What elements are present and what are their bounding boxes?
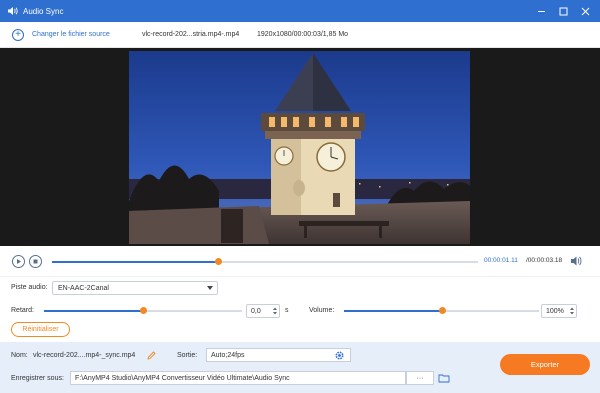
window-title: Audio Sync	[23, 6, 64, 16]
change-source-link[interactable]: Changer le fichier source	[32, 31, 110, 38]
speaker-icon	[6, 5, 18, 17]
file-name: vlc-record-202...stria.mp4-.mp4	[142, 31, 240, 38]
timeline-handle[interactable]	[215, 258, 223, 265]
volume-slider-fill	[344, 310, 442, 312]
video-frame	[129, 51, 470, 244]
folder-icon[interactable]	[437, 372, 451, 384]
save-path-value: F:\AnyMP4 Studio\AnyMP4 Convertisseur Vi…	[75, 374, 290, 382]
delay-stepper-icon[interactable]	[272, 306, 278, 316]
delay-slider-fill	[44, 310, 143, 312]
title-bar: Audio Sync	[0, 0, 600, 22]
volume-slider[interactable]	[344, 307, 539, 314]
sync-settings: Piste audio: EN-AAC-2Canal Retard: 0,0 s…	[0, 276, 600, 342]
audio-track-value: EN-AAC-2Canal	[58, 284, 109, 292]
reset-button[interactable]: Réinitialiser	[11, 322, 70, 337]
output-label: Sortie:	[177, 352, 198, 359]
playback-controls: 00:00:01.11 /00:00:03.18	[0, 248, 600, 276]
output-format-field[interactable]: Auto;24fps	[206, 348, 351, 362]
file-info: 1920x1080/00:00:03/1,85 Mo	[257, 31, 349, 38]
gear-icon[interactable]	[333, 349, 345, 361]
timeline-progress	[52, 261, 219, 263]
name-label: Nom:	[11, 352, 28, 359]
volume-icon[interactable]	[570, 255, 582, 267]
delay-unit: s	[285, 307, 289, 314]
volume-input[interactable]: 100%	[541, 304, 577, 318]
delay-slider[interactable]	[44, 307, 242, 314]
volume-slider-handle[interactable]	[438, 307, 446, 314]
total-time: /00:00:03.18	[526, 257, 563, 264]
delay-input[interactable]: 0,0	[246, 304, 280, 318]
close-button[interactable]	[574, 0, 596, 22]
volume-value: 100%	[546, 307, 564, 315]
export-button[interactable]: Exporter	[500, 354, 590, 375]
browse-button[interactable]: ···	[406, 371, 434, 385]
file-bar: + Changer le fichier source vlc-record-2…	[0, 22, 600, 48]
delay-label: Retard:	[11, 307, 34, 314]
chevron-down-icon	[207, 286, 213, 290]
output-bar: Nom: vlc-record-202....mp4-_sync.mp4 Sor…	[0, 342, 600, 393]
audio-track-select[interactable]: EN-AAC-2Canal	[52, 281, 218, 295]
stop-button[interactable]	[29, 255, 42, 268]
maximize-button[interactable]	[552, 0, 574, 22]
pencil-icon[interactable]	[146, 350, 156, 360]
plus-circle-icon[interactable]: +	[12, 28, 24, 41]
volume-stepper-icon[interactable]	[569, 306, 575, 316]
delay-value: 0,0	[251, 307, 261, 315]
delay-slider-handle[interactable]	[140, 307, 147, 314]
current-time: 00:00:01.11	[484, 257, 518, 264]
play-button[interactable]	[12, 255, 25, 268]
audio-track-label: Piste audio:	[11, 284, 48, 291]
minimize-button[interactable]	[530, 0, 552, 22]
output-name: vlc-record-202....mp4-_sync.mp4	[33, 352, 136, 359]
video-preview-area	[0, 48, 600, 246]
save-path-field[interactable]: F:\AnyMP4 Studio\AnyMP4 Convertisseur Vi…	[70, 371, 406, 385]
output-format-value: Auto;24fps	[211, 351, 245, 359]
volume-label: Volume:	[309, 307, 335, 314]
timeline-slider[interactable]	[52, 258, 478, 265]
save-as-label: Enregistrer sous:	[11, 375, 64, 382]
